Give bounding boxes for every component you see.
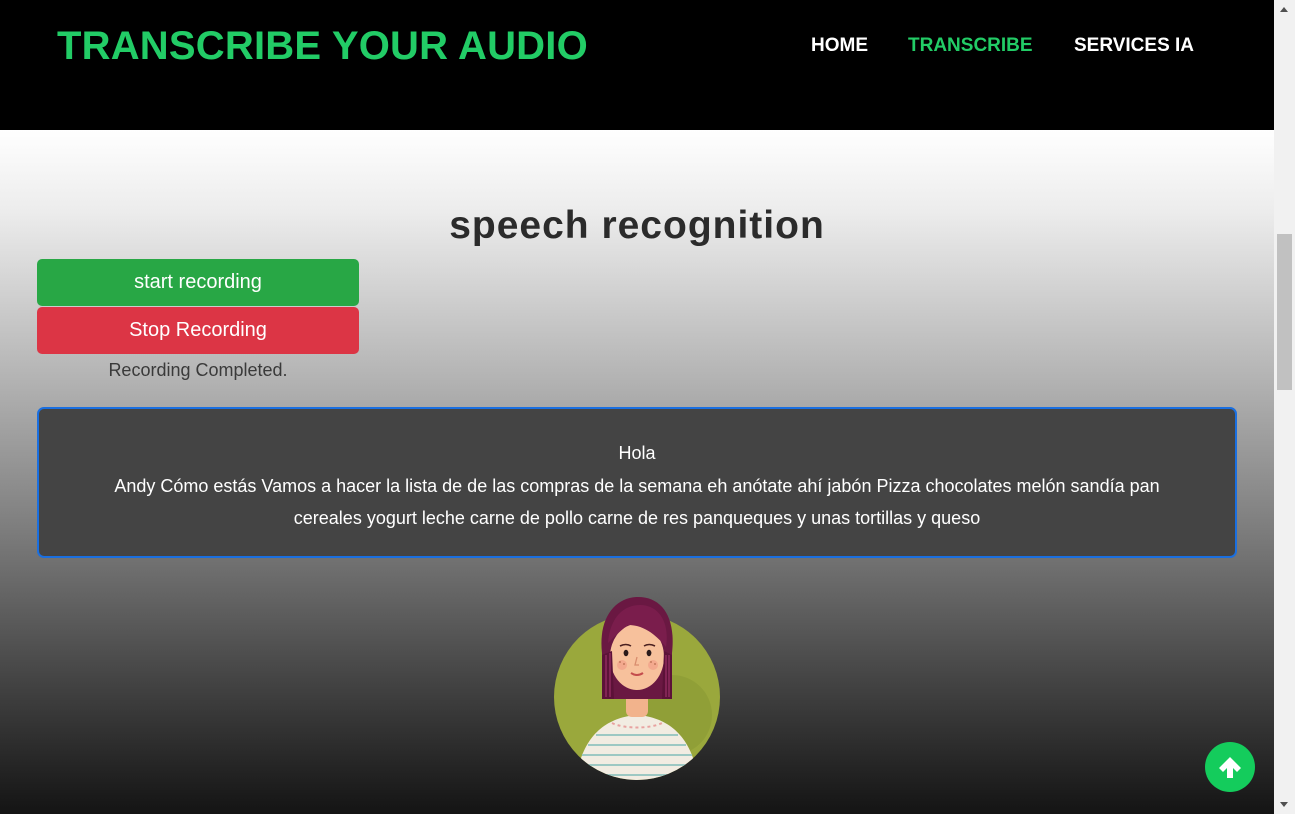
woman-avatar-icon bbox=[554, 595, 720, 780]
page: TRANSCRIBE YOUR AUDIO HOME TRANSCRIBE SE… bbox=[0, 0, 1274, 814]
arrow-up-icon bbox=[1217, 754, 1243, 780]
page-title: speech recognition bbox=[449, 204, 825, 247]
scroll-to-top-button[interactable] bbox=[1205, 742, 1255, 792]
main-content: speech recognition start recording Stop … bbox=[0, 130, 1274, 814]
recording-status: Recording Completed. bbox=[108, 360, 288, 380]
scroll-down-arrow-icon[interactable] bbox=[1280, 802, 1288, 807]
nav-link-home[interactable]: HOME bbox=[811, 35, 868, 57]
transcript-line-2: Andy Cómo estás Vamos a hacer la lista d… bbox=[114, 475, 1160, 529]
nav-link-transcribe[interactable]: TRANSCRIBE bbox=[908, 35, 1033, 57]
scroll-up-arrow-icon[interactable] bbox=[1280, 7, 1288, 12]
transcript-box: Hola Andy Cómo estás Vamos a hacer la li… bbox=[37, 407, 1237, 558]
transcript-line-1: Hola bbox=[618, 443, 656, 463]
scrollbar-thumb[interactable] bbox=[1277, 234, 1292, 390]
site-brand[interactable]: TRANSCRIBE YOUR AUDIO bbox=[57, 24, 588, 69]
nav-link-services-ia[interactable]: SERVICES IA bbox=[1074, 35, 1194, 57]
stop-recording-button[interactable]: Stop Recording bbox=[37, 307, 359, 354]
navbar: TRANSCRIBE YOUR AUDIO HOME TRANSCRIBE SE… bbox=[0, 0, 1274, 130]
vertical-scrollbar[interactable] bbox=[1274, 0, 1295, 814]
start-recording-button[interactable]: start recording bbox=[37, 259, 359, 306]
